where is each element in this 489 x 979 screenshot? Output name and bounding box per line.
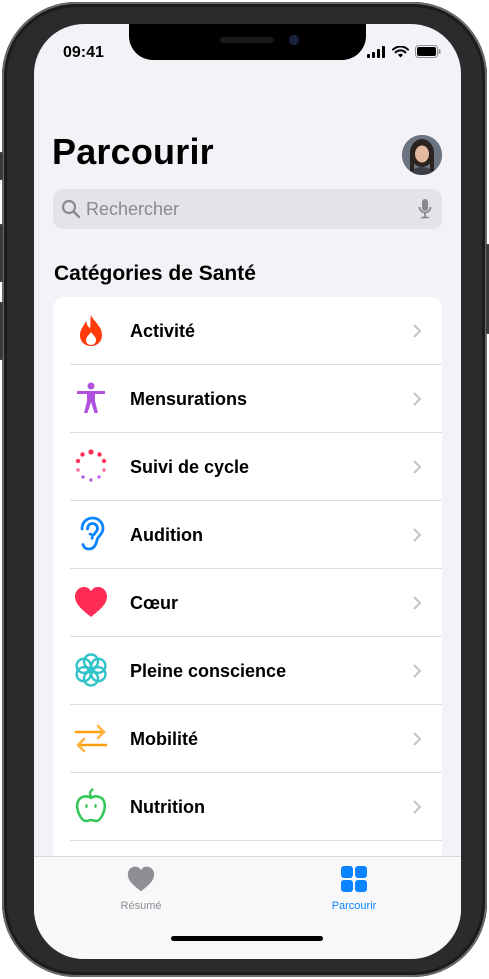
category-row-coeur[interactable]: Cœur (53, 569, 442, 637)
separator (70, 840, 442, 841)
tab-label: Résumé (120, 900, 162, 912)
grid-icon (341, 866, 367, 892)
category-label: Pleine conscience (130, 661, 287, 681)
front-camera (289, 35, 299, 45)
speaker-grille (220, 37, 274, 43)
notch (129, 24, 366, 60)
chevron-right-icon (413, 460, 421, 474)
chevron-right-icon (413, 664, 421, 678)
chevron-right-icon (413, 732, 421, 746)
screen: 09:41 Parcourir Rechercher Catégories de… (34, 24, 461, 959)
category-row-pleine-conscience[interactable]: Pleine conscience (53, 637, 442, 705)
home-indicator[interactable] (171, 936, 323, 941)
categories-list: Activité Mensurations Suivi de cycle Aud… (53, 297, 442, 877)
battery-icon (415, 45, 441, 58)
category-label: Nutrition (130, 797, 205, 817)
chevron-right-icon (413, 800, 421, 814)
wifi-icon (392, 45, 409, 57)
search-icon (61, 199, 81, 219)
phone-frame: 09:41 Parcourir Rechercher Catégories de… (0, 2, 489, 977)
profile-photo (402, 135, 442, 175)
category-label: Mobilité (130, 729, 198, 749)
chevron-right-icon (413, 528, 421, 542)
tab-parcourir[interactable]: Parcourir (304, 865, 404, 912)
tab-resume[interactable]: Résumé (91, 865, 191, 912)
volume-up-button (0, 224, 3, 282)
microphone-icon[interactable] (418, 198, 432, 220)
category-label: Suivi de cycle (130, 457, 250, 477)
chevron-right-icon (413, 392, 421, 406)
category-row-mobilite[interactable]: Mobilité (53, 705, 442, 773)
page-title: Parcourir (52, 131, 214, 172)
cycle-dots-icon (75, 449, 107, 482)
category-row-suivi-de-cycle[interactable]: Suivi de cycle (53, 433, 442, 501)
cellular-signal-icon (367, 45, 385, 58)
status-icons (367, 45, 441, 58)
chevron-right-icon (413, 324, 421, 338)
flame-icon (80, 315, 102, 346)
mute-switch (0, 152, 3, 180)
search-placeholder: Rechercher (86, 199, 180, 219)
apple-icon (75, 788, 107, 823)
chevron-right-icon (413, 596, 421, 610)
person-figure-icon (77, 382, 105, 413)
category-row-mensurations[interactable]: Mensurations (53, 365, 442, 433)
arrows-icon (74, 724, 108, 753)
flower-icon (75, 653, 107, 687)
ear-icon (80, 516, 105, 551)
volume-down-button (0, 302, 3, 360)
category-row-activite[interactable]: Activité (53, 297, 442, 365)
tab-bar: Résumé Parcourir (34, 856, 461, 959)
heart-icon (75, 587, 107, 617)
category-label: Mensurations (130, 389, 248, 409)
section-title: Catégories de Santé (54, 262, 256, 285)
category-row-nutrition[interactable]: Nutrition (53, 773, 442, 841)
category-row-audition[interactable]: Audition (53, 501, 442, 569)
avatar[interactable] (402, 135, 442, 175)
status-time: 09:41 (63, 44, 104, 61)
tab-label: Parcourir (331, 900, 377, 912)
heart-icon (127, 866, 155, 892)
search-field[interactable]: Rechercher (53, 189, 442, 229)
category-label: Activité (130, 321, 196, 341)
category-label: Audition (130, 525, 203, 545)
category-label: Cœur (130, 593, 178, 613)
